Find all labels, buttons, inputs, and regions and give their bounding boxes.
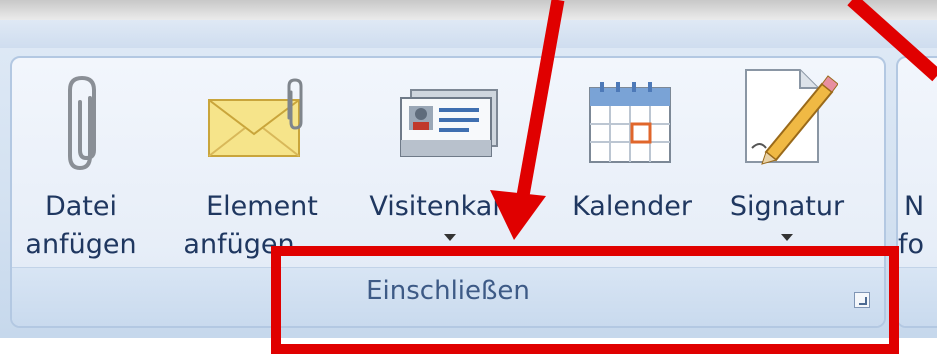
annotation-highlight-box [271, 246, 899, 354]
annotation-arrow-shaft [512, 0, 565, 220]
annotation-second-arrow [847, 0, 937, 82]
annotation-arrow-head [490, 190, 546, 240]
